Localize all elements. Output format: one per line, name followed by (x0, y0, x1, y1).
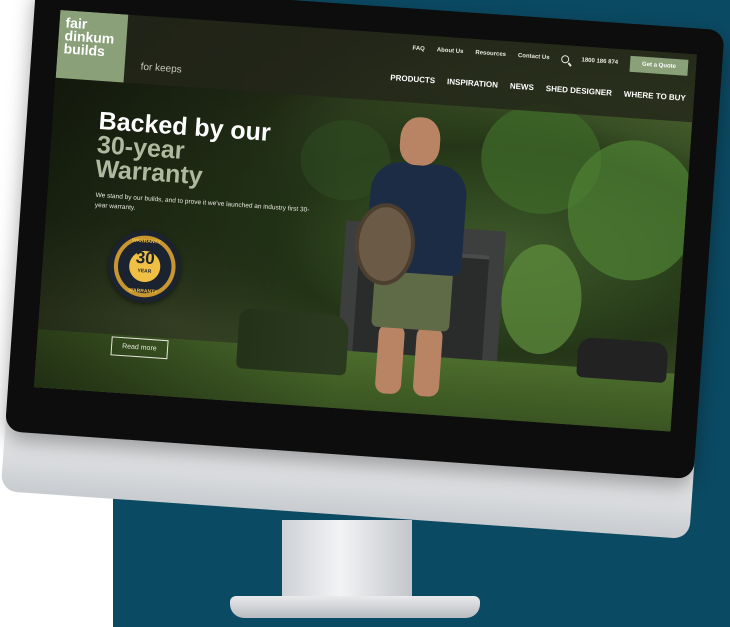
hero-title: Backed by our 30-year Warranty (94, 107, 271, 193)
nav-inspiration[interactable]: INSPIRATION (447, 77, 498, 90)
nav-shed-designer[interactable]: SHED DESIGNER (545, 84, 612, 98)
search-icon[interactable] (561, 55, 570, 64)
nav-news[interactable]: NEWS (510, 81, 535, 92)
car (576, 336, 669, 384)
monitor-screen: fair dinkum builds for keeps FAQ About U… (34, 9, 697, 432)
person-head (398, 116, 442, 167)
nav-contact-us[interactable]: Contact Us (518, 53, 550, 61)
get-quote-button[interactable]: Get a Quote (629, 55, 689, 76)
nav-faq[interactable]: FAQ (412, 46, 425, 53)
monitor-stand-neck (282, 520, 412, 605)
nav-where-to-buy[interactable]: WHERE TO BUY (624, 89, 687, 102)
nav-resources[interactable]: Resources (475, 50, 506, 58)
nav-products[interactable]: PRODUCTS (390, 73, 435, 85)
main-nav: PRODUCTS INSPIRATION NEWS SHED DESIGNER … (390, 73, 686, 103)
logo[interactable]: fair dinkum builds (55, 9, 129, 83)
read-more-button[interactable]: Read more (110, 336, 169, 360)
monitor: fair dinkum builds for keeps FAQ About U… (0, 0, 730, 540)
nav-about-us[interactable]: About Us (437, 47, 464, 55)
person-leg (374, 322, 406, 395)
foliage (497, 241, 586, 357)
phone-link[interactable]: 1800 186 874 (581, 57, 618, 66)
monitor-stand-base (230, 596, 480, 618)
person-leg (412, 325, 444, 398)
tagline: for keeps (140, 61, 183, 76)
